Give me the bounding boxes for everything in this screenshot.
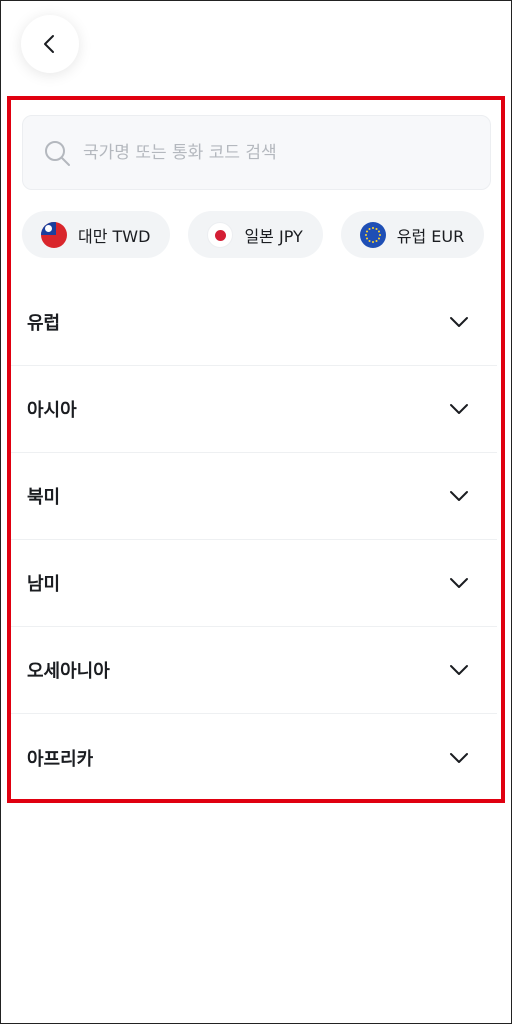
chip-label: 유럽 EUR <box>396 226 465 246</box>
region-label: 유럽 <box>27 313 61 334</box>
search-field[interactable] <box>22 115 491 190</box>
region-list: 유럽 아시아 북미 남미 오세아니아 아프리카 <box>11 279 497 801</box>
region-item-africa[interactable]: 아프리카 <box>11 714 497 801</box>
region-label: 남미 <box>27 574 61 595</box>
eu-flag-icon <box>359 221 386 248</box>
region-label: 아프리카 <box>27 748 94 770</box>
chevron-down-icon <box>450 578 468 588</box>
search-input[interactable] <box>83 142 490 163</box>
chevron-down-icon <box>450 665 468 675</box>
region-item-asia[interactable]: 아시아 <box>11 366 497 453</box>
chip-europe-eur[interactable]: 유럽 EUR <box>340 211 485 258</box>
chip-label: 대만 TWD <box>78 226 151 246</box>
chevron-down-icon <box>450 317 468 327</box>
region-item-south-america[interactable]: 남미 <box>11 540 497 627</box>
chevron-down-icon <box>450 491 468 501</box>
japan-flag-icon <box>207 221 234 248</box>
back-button[interactable] <box>21 15 79 73</box>
chip-japan-jpy[interactable]: 일본 JPY <box>188 211 323 258</box>
region-item-north-america[interactable]: 북미 <box>11 453 497 540</box>
region-label: 북미 <box>27 487 61 508</box>
quick-currency-chips: 대만 TWD 일본 JPY 유럽 EUR <box>22 211 498 258</box>
region-item-oceania[interactable]: 오세아니아 <box>11 627 497 714</box>
taiwan-flag-icon <box>41 221 67 248</box>
region-item-europe[interactable]: 유럽 <box>11 279 497 366</box>
chevron-down-icon <box>450 752 468 763</box>
chip-taiwan-twd[interactable]: 대만 TWD <box>22 211 171 258</box>
search-icon <box>45 140 70 166</box>
chip-label: 일본 JPY <box>244 226 303 246</box>
region-label: 아시아 <box>27 400 77 421</box>
chevron-left-icon <box>44 35 54 53</box>
chevron-down-icon <box>450 404 468 414</box>
region-label: 오세아니아 <box>27 661 110 682</box>
